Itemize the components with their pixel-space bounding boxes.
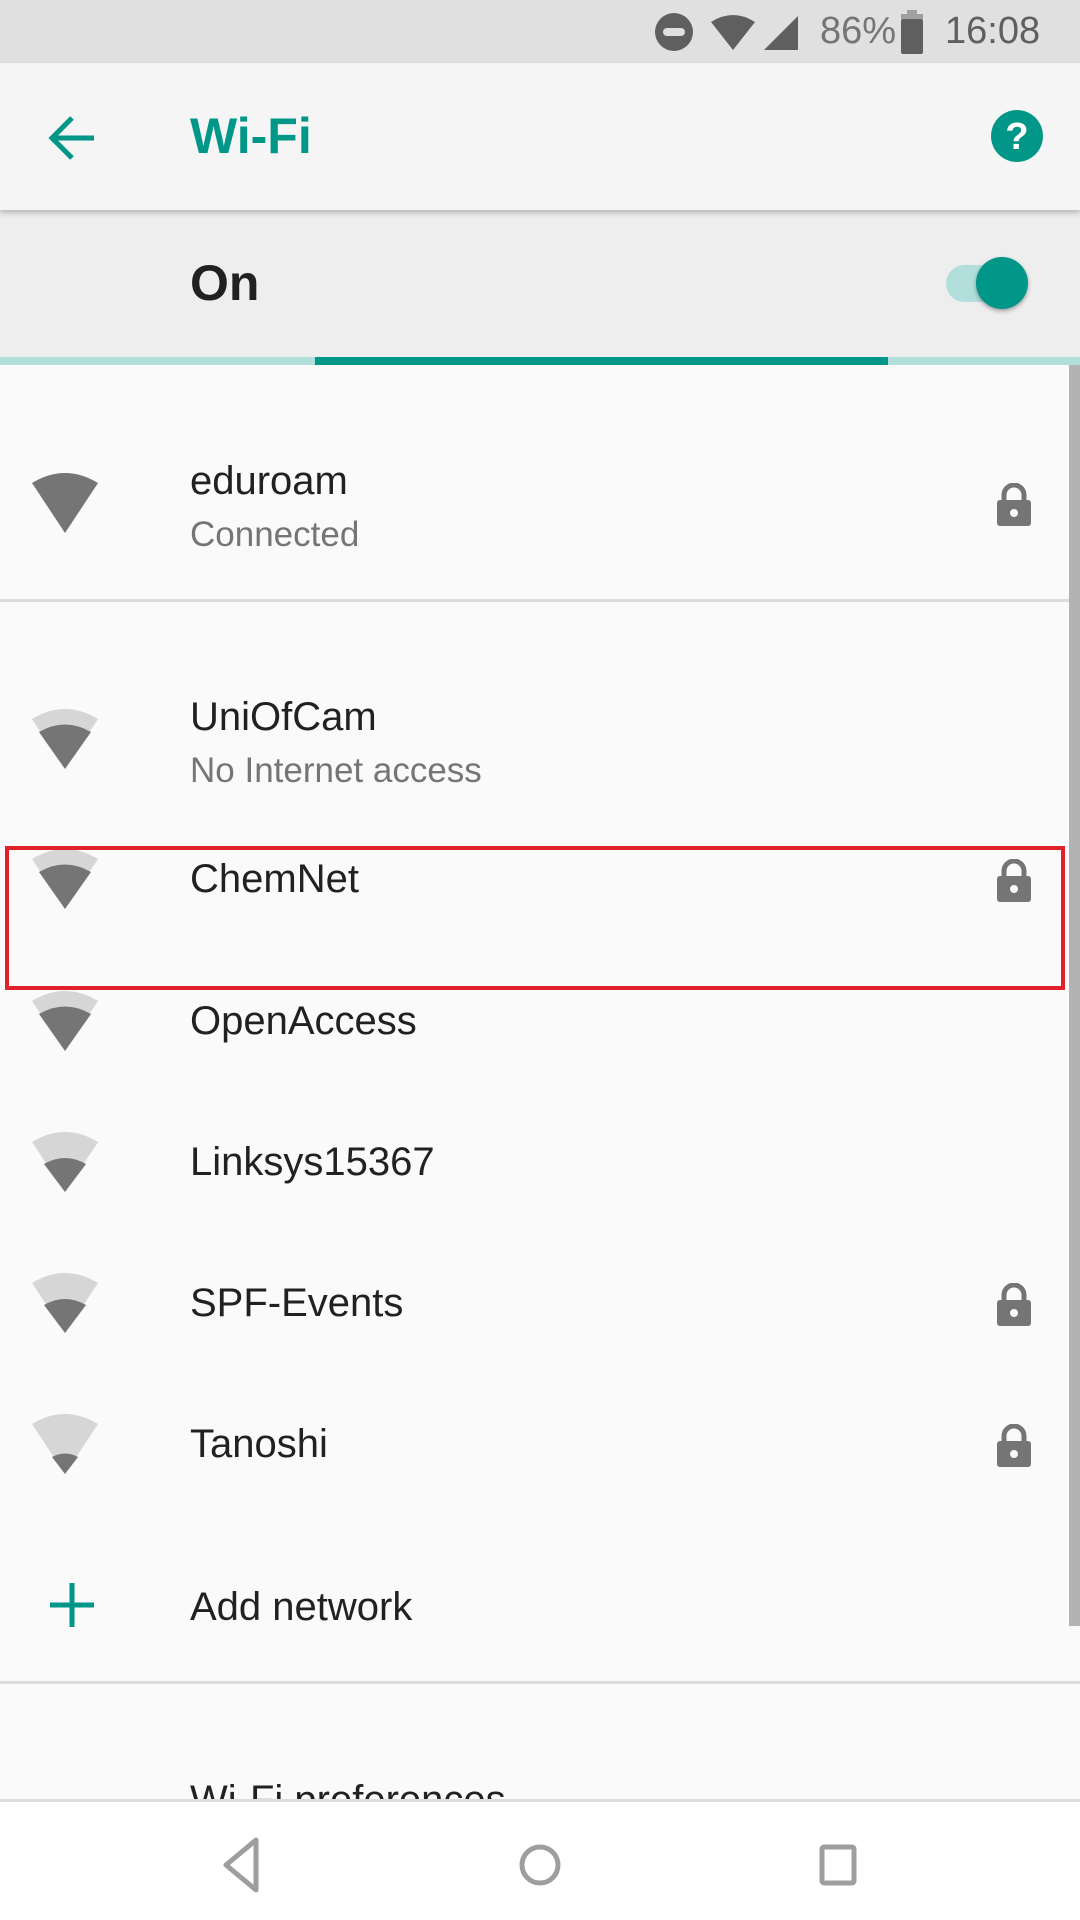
network-item-eduroam[interactable]: eduroam Connected <box>0 435 1080 576</box>
wifi-signal-2-icon <box>32 1273 98 1333</box>
battery-percent: 86% <box>820 10 897 52</box>
status-bar: 86% 16:08 <box>0 0 1080 63</box>
wifi-signal-2-icon <box>32 1132 98 1192</box>
network-list[interactable]: eduroam Connected UniOfCam No Internet ac… <box>0 365 1080 1799</box>
scrollbar[interactable] <box>1069 365 1080 1626</box>
network-item[interactable]: SPF-Events <box>0 1235 1080 1376</box>
divider <box>0 599 1080 602</box>
toggle-thumb <box>976 257 1028 309</box>
lock-icon <box>997 483 1031 526</box>
clock: 16:08 <box>945 10 1041 52</box>
scan-progress-bar <box>0 357 1080 365</box>
wifi-signal-3-icon <box>32 709 98 769</box>
page-title: Wi-Fi <box>190 108 312 164</box>
wifi-preferences-label: Wi-Fi preferences <box>190 1778 506 1799</box>
arrow-back-icon <box>48 116 94 160</box>
wifi-preferences-item[interactable]: Wi-Fi preferences <box>0 1684 1080 1799</box>
wifi-master-switch-bar[interactable]: On <box>0 210 1080 357</box>
do-not-disturb-icon <box>654 0 694 63</box>
network-name: OpenAccess <box>190 999 417 1043</box>
wifi-signal-1-icon <box>32 1414 98 1474</box>
wifi-signal-4-icon <box>32 473 98 533</box>
wifi-signal-3-icon <box>32 991 98 1051</box>
highlight-box <box>5 846 1065 990</box>
back-button[interactable] <box>40 106 104 170</box>
wifi-signal-icon <box>710 0 756 63</box>
svg-text:?: ? <box>1005 116 1028 158</box>
network-name: SPF-Events <box>190 1281 404 1325</box>
plus-icon <box>50 1583 94 1627</box>
help-button[interactable]: ? <box>984 103 1050 169</box>
network-status: Connected <box>190 515 360 554</box>
switch-label: On <box>190 255 260 311</box>
network-name: eduroam <box>190 459 348 503</box>
network-name: Tanoshi <box>190 1422 328 1466</box>
network-item[interactable]: UniOfCam No Internet access <box>0 671 1080 812</box>
wifi-toggle[interactable] <box>940 250 1036 316</box>
help-icon: ? <box>991 110 1043 162</box>
network-item[interactable]: Tanoshi <box>0 1376 1080 1517</box>
add-network-label: Add network <box>190 1585 413 1629</box>
nav-back-icon[interactable] <box>208 1830 278 1900</box>
network-status: No Internet access <box>190 751 482 790</box>
app-toolbar: Wi-Fi ? <box>0 63 1080 210</box>
lock-icon <box>997 1283 1031 1326</box>
system-nav-bar <box>0 1799 1080 1920</box>
lock-icon <box>997 1424 1031 1467</box>
network-item[interactable]: Linksys15367 <box>0 1094 1080 1235</box>
nav-home-icon[interactable] <box>505 1830 575 1900</box>
battery-icon <box>900 0 924 63</box>
scan-progress-indicator <box>315 357 888 365</box>
network-name: Linksys15367 <box>190 1140 435 1184</box>
network-name: UniOfCam <box>190 695 377 739</box>
nav-recents-icon[interactable] <box>803 1830 873 1900</box>
add-network-item[interactable]: Add network <box>0 1539 1080 1680</box>
cell-signal-icon <box>762 0 800 63</box>
